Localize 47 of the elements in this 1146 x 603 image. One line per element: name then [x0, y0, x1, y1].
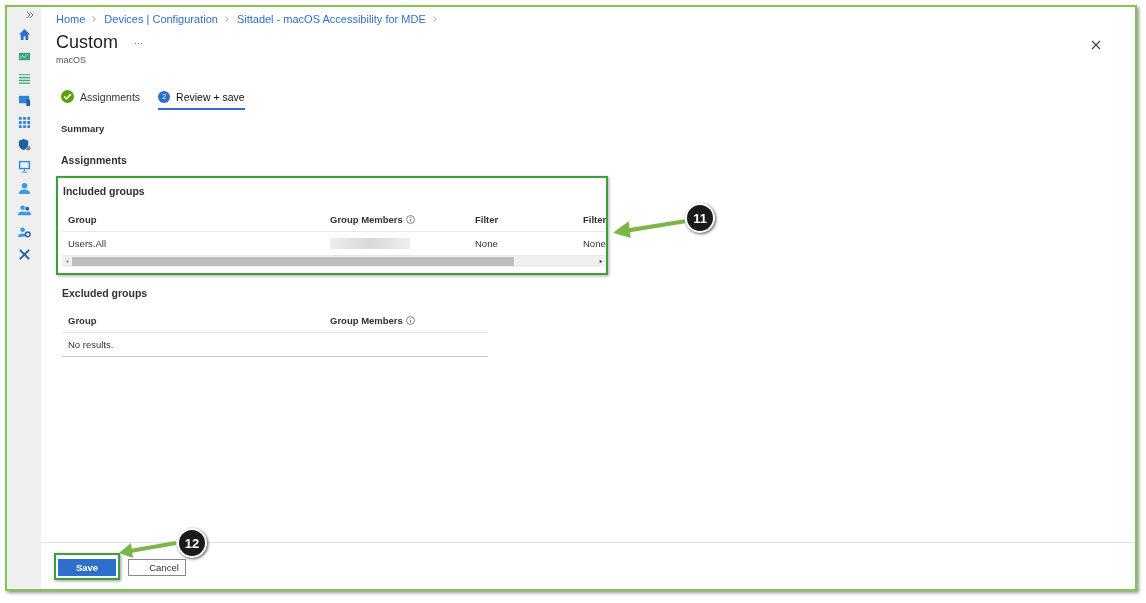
wizard-step-tab[interactable]: Assignments: [61, 87, 141, 110]
group-heading: Excluded groups: [62, 287, 149, 299]
callout-badge: 11: [685, 203, 715, 233]
horizontal-scrollbar[interactable]: [62, 256, 606, 267]
column-header: Filter: [475, 214, 499, 225]
callout-arrow: [117, 539, 179, 559]
dashboard-icon[interactable]: [17, 50, 31, 63]
page-title: Custom: [56, 32, 118, 53]
table-cell: Users.All: [68, 238, 106, 249]
chevron-icon: [224, 15, 230, 23]
monitor-icon[interactable]: [17, 160, 31, 173]
devices-icon[interactable]: [17, 94, 31, 107]
user-gear-icon[interactable]: [17, 226, 31, 239]
save-button[interactable]: Save: [58, 558, 116, 576]
column-header: Group: [68, 214, 97, 225]
table-cell: None: [583, 238, 606, 249]
column-header: Group Members: [330, 315, 403, 326]
summary-heading: Summary: [61, 123, 106, 134]
breadcrumb-link[interactable]: Sittadel - macOS Accessibility for MDE: [236, 13, 426, 25]
shield-icon[interactable]: [17, 138, 31, 151]
empty-message: No results.: [68, 339, 114, 350]
user-icon[interactable]: [17, 182, 31, 195]
table-cell: None: [475, 238, 498, 249]
column-header: Group Members: [330, 214, 403, 225]
group-heading: Included groups: [63, 185, 146, 197]
expand-icon[interactable]: [26, 11, 34, 19]
home-icon[interactable]: [17, 28, 31, 41]
more-button[interactable]: ···: [134, 37, 143, 48]
users-icon[interactable]: [17, 204, 31, 217]
chevron-icon: [432, 15, 438, 23]
column-header: Filter: [583, 214, 607, 225]
breadcrumb-link[interactable]: Devices | Configuration: [104, 13, 218, 25]
breadcrumb-link[interactable]: Home: [56, 13, 86, 25]
scroll-left-icon[interactable]: [65, 259, 70, 264]
list-icon[interactable]: [17, 72, 31, 85]
cancel-button[interactable]: Cancel: [128, 558, 186, 576]
column-header: Group: [68, 315, 97, 326]
chevron-icon: [92, 15, 98, 23]
check-icon: [61, 90, 74, 103]
scroll-right-icon[interactable]: [598, 259, 603, 264]
grid-icon[interactable]: [17, 116, 31, 129]
info-icon[interactable]: [405, 215, 415, 224]
info-icon[interactable]: [405, 316, 415, 325]
close-icon[interactable]: [1091, 40, 1101, 50]
page-subtitle: macOS: [56, 55, 87, 65]
section-heading: Assignments: [61, 154, 128, 166]
callout-badge: 12: [177, 528, 207, 558]
